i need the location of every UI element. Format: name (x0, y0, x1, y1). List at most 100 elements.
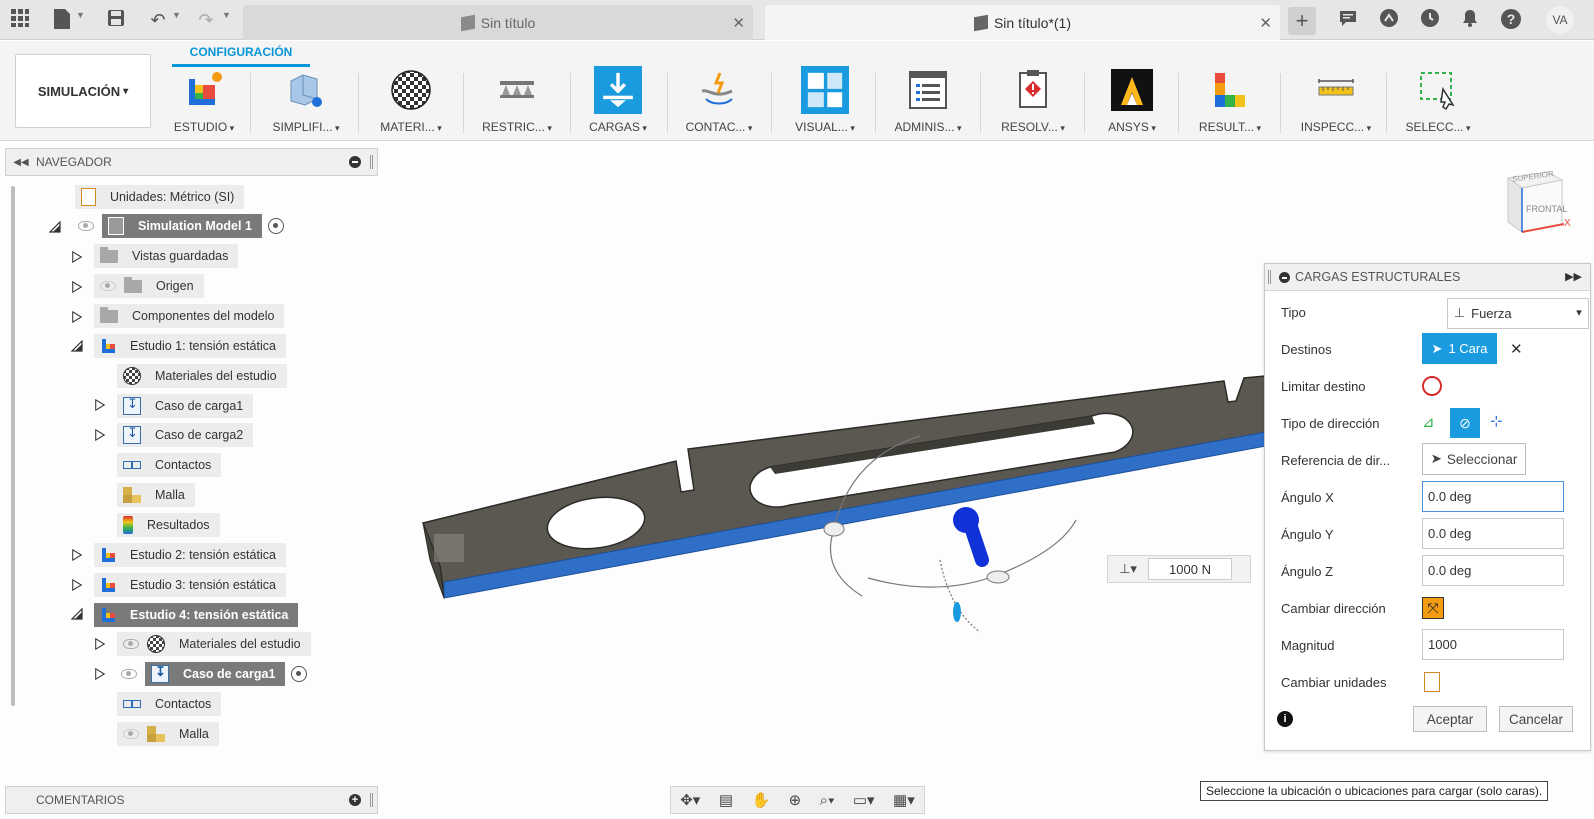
extensions-icon[interactable] (1377, 8, 1401, 32)
collapse-icon[interactable] (1279, 272, 1290, 283)
collapsed-triangle-icon[interactable] (94, 638, 106, 650)
new-tab-button[interactable]: + (1288, 7, 1316, 35)
apps-grid-icon[interactable] (8, 8, 32, 32)
tree-item-simulation-model[interactable]: Simulation Model 1 (78, 214, 284, 238)
collapse-arrows-icon[interactable]: ◀◀ (6, 157, 36, 168)
angulo-z-input[interactable]: 0.0 deg (1422, 555, 1564, 586)
force-type-icon[interactable]: ⊥▾ (1108, 561, 1148, 577)
tree-item-study-4-mesh[interactable]: Malla (117, 722, 219, 746)
units-document-icon[interactable] (1424, 672, 1440, 692)
drag-handle-icon[interactable] (1268, 270, 1271, 284)
angle-direction-icon[interactable]: ⊘ (1450, 408, 1480, 438)
zoom-icon[interactable]: ⊕ (789, 791, 802, 809)
look-at-icon[interactable]: ▤ (719, 791, 733, 809)
activate-target-icon[interactable] (291, 666, 308, 682)
simplify-tool-button[interactable]: SIMPLIFI... (262, 66, 350, 136)
help-icon[interactable]: ? (1499, 8, 1523, 32)
orbit-icon[interactable]: ✥▾ (680, 791, 700, 809)
cancelar-button[interactable]: Cancelar (1499, 706, 1573, 732)
tree-item-load-case-1[interactable]: Caso de carga1 (117, 394, 254, 418)
tree-item-units[interactable]: Unidades: Métrico (SI) (75, 185, 245, 209)
navigator-scrollbar[interactable] (11, 186, 15, 706)
ansys-tool-button[interactable]: ANSYS (1094, 66, 1170, 136)
redo-caret-icon[interactable]: ▼ (222, 10, 231, 20)
angulo-x-input[interactable]: 0.0 deg (1422, 481, 1564, 512)
constraints-tool-button[interactable]: RESTRIC... (472, 66, 562, 136)
materials-tool-button[interactable]: MATERI... (368, 66, 454, 136)
save-icon[interactable] (104, 8, 128, 32)
display-settings-icon[interactable]: ▭▾ (853, 791, 875, 809)
expand-icon[interactable]: ▶▶ (1565, 270, 1582, 283)
zoom-window-icon[interactable]: ⌕▾ (820, 792, 835, 809)
tree-item-study-1[interactable]: Estudio 1: tensión estática (94, 334, 286, 358)
hidden-eye-icon[interactable] (100, 281, 116, 291)
tipo-select[interactable]: ⊥ Fuerza (1446, 297, 1589, 329)
tab-document-2[interactable]: Sin título*(1) ✕ (765, 5, 1280, 40)
visibility-eye-icon[interactable] (121, 669, 137, 679)
results-tool-button[interactable]: RESULT... (1188, 66, 1272, 136)
loads-tool-button[interactable]: CARGAS (578, 66, 658, 136)
close-icon[interactable]: ✕ (732, 14, 745, 32)
tree-item-mesh[interactable]: Malla (117, 483, 195, 507)
redo-icon[interactable]: ↷ (194, 8, 218, 32)
activate-target-icon[interactable] (267, 218, 284, 234)
tree-item-results[interactable]: Resultados (117, 513, 220, 537)
file-icon[interactable] (50, 8, 74, 32)
user-avatar[interactable]: VA (1546, 6, 1574, 34)
study-tool-button[interactable]: ESTUDIO (168, 66, 240, 136)
collapsed-triangle-icon[interactable] (71, 311, 83, 323)
view-cube[interactable]: SUPERIOR FRONTAL X (1500, 166, 1571, 238)
minimize-icon[interactable] (349, 156, 361, 168)
manage-tool-button[interactable]: ADMINIS... (884, 66, 972, 136)
collapsed-triangle-icon[interactable] (71, 549, 83, 561)
add-comment-icon[interactable]: + (349, 794, 361, 806)
force-value-input[interactable]: 1000 N (1148, 558, 1232, 580)
tree-item-study-materials[interactable]: Materiales del estudio (117, 364, 287, 388)
normal-direction-icon[interactable]: ⊿ (1422, 413, 1444, 435)
collapsed-triangle-icon[interactable] (94, 429, 106, 441)
vector-direction-icon[interactable]: ⊹ (1490, 412, 1512, 434)
collapsed-triangle-icon[interactable] (71, 281, 83, 293)
grid-icon[interactable]: ▦▾ (893, 791, 915, 809)
limit-target-icon[interactable] (1422, 376, 1442, 396)
tree-item-study-3[interactable]: Estudio 3: tensión estática (94, 573, 286, 597)
drag-handle-icon[interactable] (370, 793, 373, 807)
undo-caret-icon[interactable]: ▼ (172, 10, 181, 20)
undo-icon[interactable]: ↶ (146, 8, 170, 32)
file-menu-caret-icon[interactable]: ▼ (76, 10, 85, 20)
tree-item-origin[interactable]: Origen (94, 274, 204, 298)
select-tool-button[interactable]: SELECC... (1394, 66, 1482, 136)
close-icon[interactable]: ✕ (1259, 14, 1272, 32)
tree-item-load-case-2[interactable]: Caso de carga2 (117, 423, 254, 447)
tree-item-study-4-contacts[interactable]: Contactos (117, 692, 222, 716)
angulo-y-input[interactable]: 0.0 deg (1422, 518, 1564, 549)
tree-item-study-4[interactable]: Estudio 4: tensión estática (94, 603, 299, 627)
collapsed-triangle-icon[interactable] (71, 251, 83, 263)
magnitud-input[interactable]: 1000 (1422, 629, 1564, 660)
expanded-triangle-icon[interactable] (71, 608, 83, 620)
job-status-icon[interactable] (1418, 8, 1442, 32)
expanded-triangle-icon[interactable] (49, 221, 61, 233)
expanded-triangle-icon[interactable] (71, 340, 83, 352)
workspace-switcher-button[interactable]: SIMULACIÓN (15, 54, 151, 128)
tree-item-model-components[interactable]: Componentes del modelo (94, 304, 285, 328)
display-tool-button[interactable]: VISUAL... (782, 66, 868, 136)
tree-item-study-4-materials[interactable]: Materiales del estudio (117, 632, 311, 656)
aceptar-button[interactable]: Aceptar (1413, 706, 1487, 732)
visibility-eye-icon[interactable] (78, 221, 94, 231)
tree-item-study-4-load-case-1[interactable]: Caso de carga1 (117, 662, 308, 686)
inspect-tool-button[interactable]: INSPECC... (1290, 66, 1382, 136)
drag-handle-icon[interactable] (370, 155, 373, 169)
solve-tool-button[interactable]: RESOLV... (990, 66, 1076, 136)
pan-hand-icon[interactable]: ✋ (751, 791, 770, 809)
visibility-eye-icon[interactable] (123, 639, 139, 649)
notifications-bell-icon[interactable] (1458, 8, 1482, 32)
flip-direction-icon[interactable]: ⤧ (1422, 597, 1444, 619)
hidden-eye-icon[interactable] (123, 729, 139, 739)
tree-item-contacts[interactable]: Contactos (117, 453, 222, 477)
tree-item-study-2[interactable]: Estudio 2: tensión estática (94, 543, 286, 567)
clear-selection-icon[interactable]: ✕ (1510, 340, 1523, 358)
chat-icon[interactable] (1336, 8, 1360, 32)
contacts-tool-button[interactable]: CONTAC... (676, 66, 762, 136)
tab-configuracion[interactable]: CONFIGURACIÓN (172, 45, 310, 67)
